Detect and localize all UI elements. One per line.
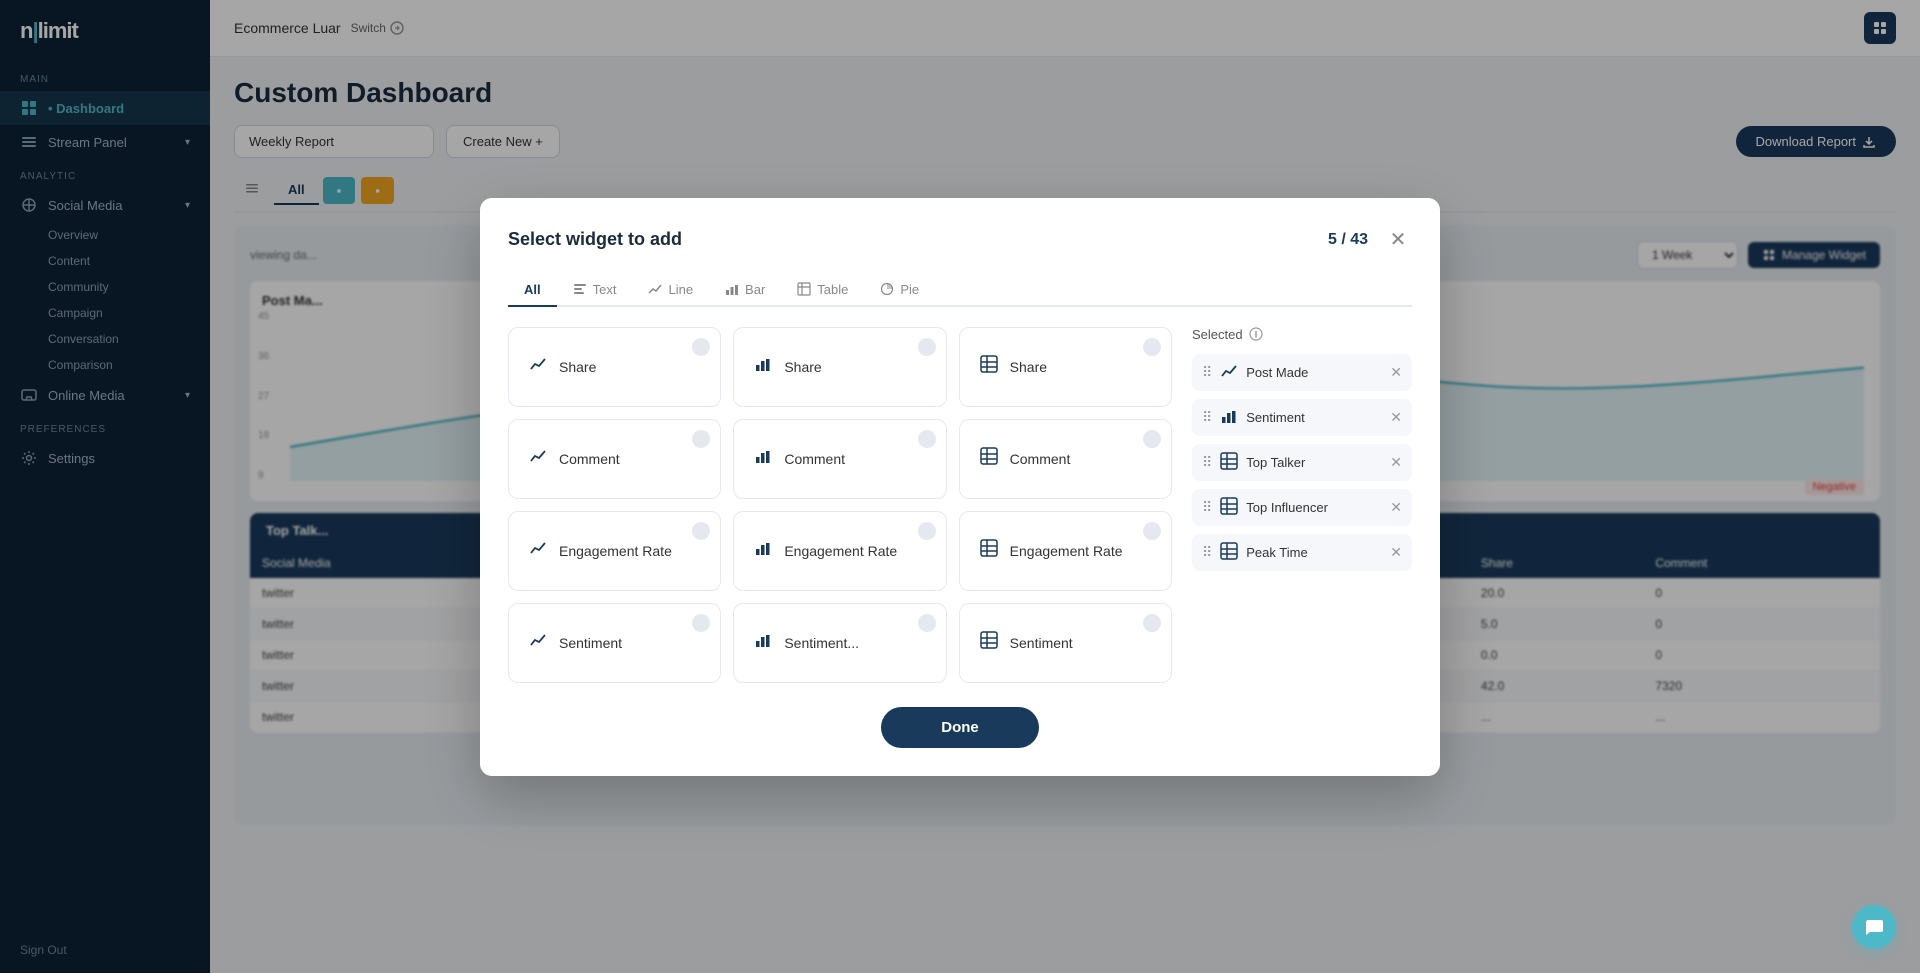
selected-item-widget-icon bbox=[1220, 497, 1238, 518]
widget-card-check-comment-line bbox=[692, 430, 710, 448]
selected-item-label: Sentiment bbox=[1246, 410, 1382, 425]
drag-handle-icon[interactable]: ⠿ bbox=[1202, 364, 1212, 381]
widget-card-share-line[interactable]: Share bbox=[508, 327, 721, 407]
selected-item-widget-icon bbox=[1220, 362, 1238, 383]
widget-icon-engagement-table bbox=[980, 539, 998, 562]
drag-handle-icon[interactable]: ⠿ bbox=[1202, 409, 1212, 426]
widget-card-comment-table[interactable]: Comment bbox=[959, 419, 1172, 499]
chat-bubble[interactable] bbox=[1852, 905, 1896, 949]
remove-item-button[interactable]: ✕ bbox=[1390, 409, 1402, 426]
widget-card-comment-bar[interactable]: Comment bbox=[733, 419, 946, 499]
info-icon bbox=[1249, 327, 1263, 341]
widget-card-check-comment-bar bbox=[918, 430, 936, 448]
widget-card-comment-line[interactable]: Comment bbox=[508, 419, 721, 499]
filter-tab-bar[interactable]: Bar bbox=[709, 274, 781, 307]
widget-card-check-sentiment-table bbox=[1143, 614, 1161, 632]
widget-card-check-share-line bbox=[692, 338, 710, 356]
widget-card-label-sentiment-line: Sentiment bbox=[559, 635, 622, 651]
modal: Select widget to add 5 / 43 ✕ All Text bbox=[480, 198, 1440, 776]
filter-tab-text[interactable]: Text bbox=[557, 274, 633, 307]
widget-card-label-comment-line: Comment bbox=[559, 451, 620, 467]
widget-card-check-engagement-table bbox=[1143, 522, 1161, 540]
widget-icon-engagement-bar bbox=[754, 539, 772, 562]
selected-item-label: Peak Time bbox=[1246, 545, 1382, 560]
remove-item-button[interactable]: ✕ bbox=[1390, 364, 1402, 381]
selected-label-text: Selected bbox=[1192, 327, 1243, 342]
widget-card-engagement-line[interactable]: Engagement Rate bbox=[508, 511, 721, 591]
widget-card-engagement-table[interactable]: Engagement Rate bbox=[959, 511, 1172, 591]
widget-icon-share-bar bbox=[754, 355, 772, 378]
done-button[interactable]: Done bbox=[881, 707, 1039, 748]
filter-tab-table[interactable]: Table bbox=[781, 274, 864, 307]
selected-list: ⠿ Post Made ✕ ⠿ Sentiment ✕ ⠿ Top Talker… bbox=[1192, 354, 1412, 571]
widget-card-sentiment-bar[interactable]: Sentiment... bbox=[733, 603, 946, 683]
selected-item: ⠿ Top Influencer ✕ bbox=[1192, 489, 1412, 526]
widget-card-share-bar[interactable]: Share bbox=[733, 327, 946, 407]
widget-card-check-comment-table bbox=[1143, 430, 1161, 448]
widget-card-label-share-table: Share bbox=[1010, 359, 1047, 375]
modal-counter: 5 / 43 bbox=[1328, 231, 1368, 249]
widget-icon-sentiment-bar bbox=[754, 631, 772, 654]
remove-item-button[interactable]: ✕ bbox=[1390, 499, 1402, 516]
filter-tabs: All Text Line Bar Table Pie bbox=[508, 274, 1412, 307]
widget-icon-sentiment-table bbox=[980, 631, 998, 654]
widget-card-label-sentiment-table: Sentiment bbox=[1010, 635, 1073, 651]
widget-card-check-share-table bbox=[1143, 338, 1161, 356]
text-icon bbox=[573, 282, 587, 296]
widget-icon-sentiment-line bbox=[529, 631, 547, 654]
modal-title: Select widget to add bbox=[508, 229, 682, 250]
selected-item: ⠿ Post Made ✕ bbox=[1192, 354, 1412, 391]
widget-icon-engagement-line bbox=[529, 539, 547, 562]
widget-card-label-share-bar: Share bbox=[784, 359, 821, 375]
modal-close-button[interactable]: ✕ bbox=[1384, 226, 1412, 254]
widget-icon-comment-line bbox=[529, 447, 547, 470]
widget-card-check-sentiment-line bbox=[692, 614, 710, 632]
remove-item-button[interactable]: ✕ bbox=[1390, 544, 1402, 561]
widget-icon-comment-bar bbox=[754, 447, 772, 470]
selected-item-label: Top Influencer bbox=[1246, 500, 1382, 515]
widget-grid: Share Share Share Comment Comment Commen… bbox=[508, 327, 1172, 683]
pie-tab-icon bbox=[880, 282, 894, 296]
drag-handle-icon[interactable]: ⠿ bbox=[1202, 499, 1212, 516]
chat-icon bbox=[1863, 916, 1885, 938]
selected-item-widget-icon bbox=[1220, 452, 1238, 473]
remove-item-button[interactable]: ✕ bbox=[1390, 454, 1402, 471]
widget-card-check-engagement-line bbox=[692, 522, 710, 540]
widget-card-check-share-bar bbox=[918, 338, 936, 356]
widget-card-share-table[interactable]: Share bbox=[959, 327, 1172, 407]
selected-item: ⠿ Sentiment ✕ bbox=[1192, 399, 1412, 436]
selected-item-widget-icon bbox=[1220, 542, 1238, 563]
widget-card-sentiment-table[interactable]: Sentiment bbox=[959, 603, 1172, 683]
filter-tab-pie[interactable]: Pie bbox=[864, 274, 935, 307]
bar-tab-icon bbox=[725, 282, 739, 296]
selected-item: ⠿ Top Talker ✕ bbox=[1192, 444, 1412, 481]
widget-card-engagement-bar[interactable]: Engagement Rate bbox=[733, 511, 946, 591]
widget-card-label-comment-table: Comment bbox=[1010, 451, 1071, 467]
selected-panel: Selected ⠿ Post Made ✕ ⠿ Sentiment ✕ ⠿ T… bbox=[1192, 327, 1412, 683]
drag-handle-icon[interactable]: ⠿ bbox=[1202, 544, 1212, 561]
widget-card-check-engagement-bar bbox=[918, 522, 936, 540]
filter-tab-line[interactable]: Line bbox=[632, 274, 709, 307]
table-tab-icon bbox=[797, 282, 811, 296]
widget-card-sentiment-line[interactable]: Sentiment bbox=[508, 603, 721, 683]
selected-item: ⠿ Peak Time ✕ bbox=[1192, 534, 1412, 571]
line-tab-icon bbox=[648, 282, 662, 296]
widget-card-label-engagement-table: Engagement Rate bbox=[1010, 543, 1123, 559]
widget-card-label-engagement-line: Engagement Rate bbox=[559, 543, 672, 559]
widget-card-check-sentiment-bar bbox=[918, 614, 936, 632]
selected-item-widget-icon bbox=[1220, 407, 1238, 428]
drag-handle-icon[interactable]: ⠿ bbox=[1202, 454, 1212, 471]
modal-overlay[interactable]: Select widget to add 5 / 43 ✕ All Text bbox=[0, 0, 1920, 973]
widget-card-label-engagement-bar: Engagement Rate bbox=[784, 543, 897, 559]
selected-item-label: Post Made bbox=[1246, 365, 1382, 380]
selected-item-label: Top Talker bbox=[1246, 455, 1382, 470]
widget-icon-share-line bbox=[529, 355, 547, 378]
widget-card-label-share-line: Share bbox=[559, 359, 596, 375]
widget-icon-comment-table bbox=[980, 447, 998, 470]
widget-icon-share-table bbox=[980, 355, 998, 378]
widget-card-label-comment-bar: Comment bbox=[784, 451, 845, 467]
widget-card-label-sentiment-bar: Sentiment... bbox=[784, 635, 859, 651]
filter-tab-all[interactable]: All bbox=[508, 274, 557, 307]
